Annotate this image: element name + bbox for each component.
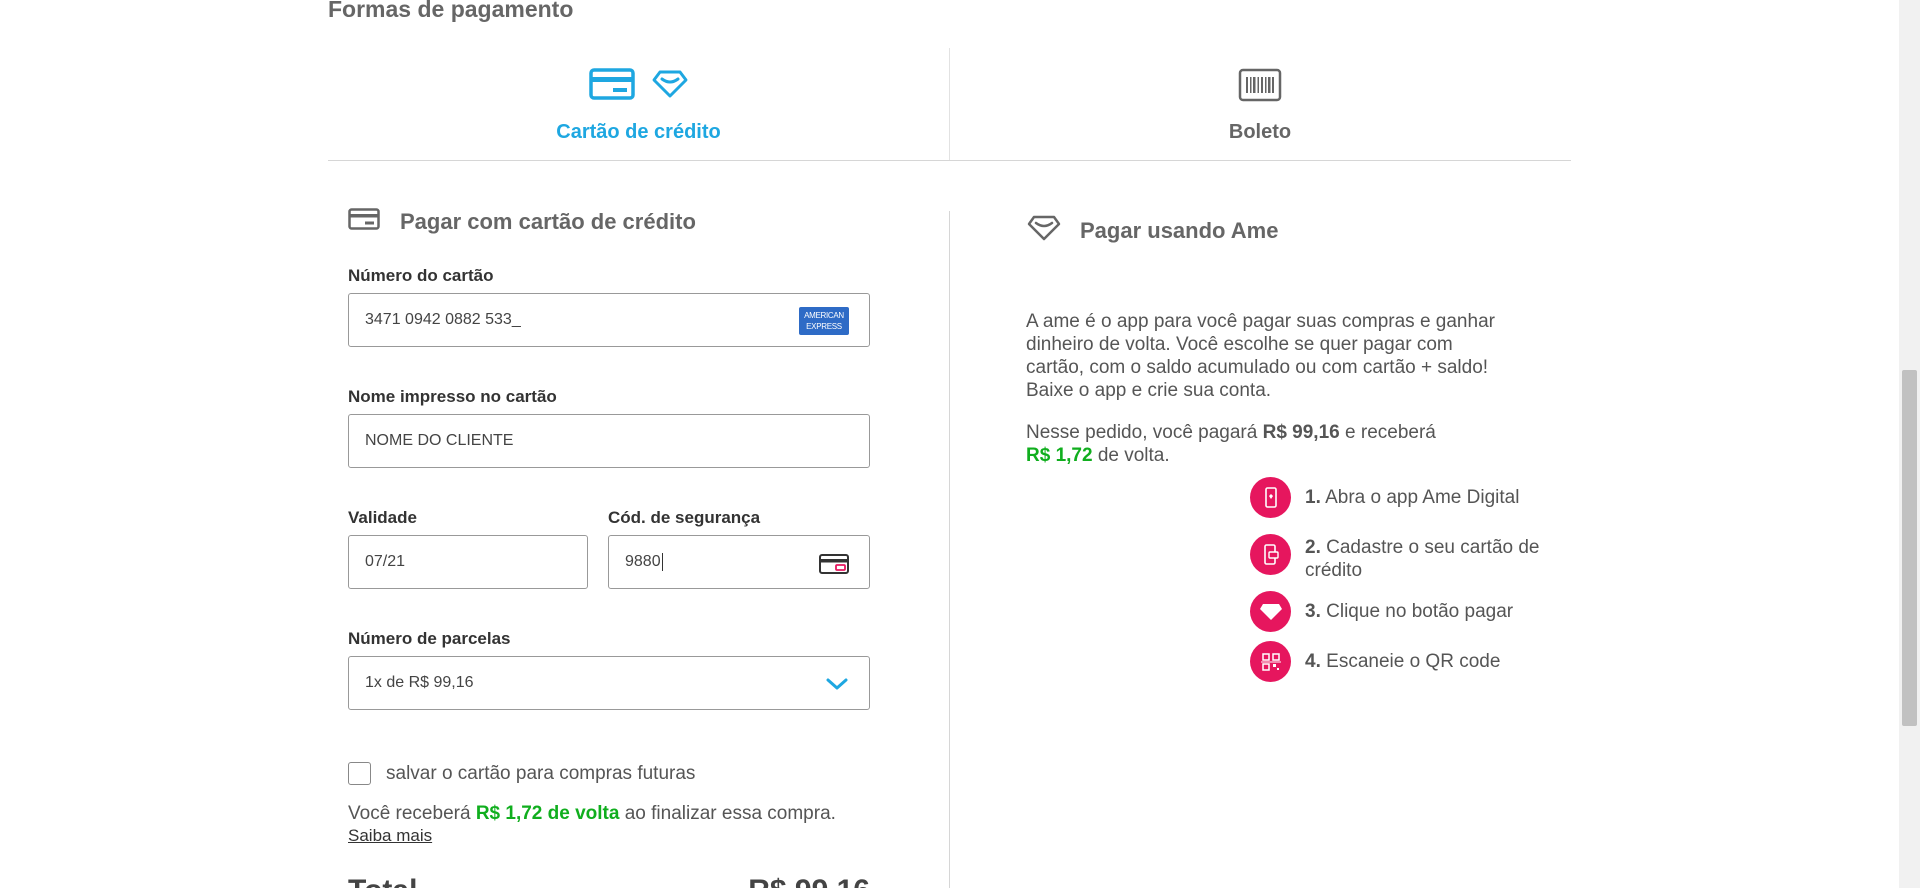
save-card-row[interactable]: salvar o cartão para compras futuras bbox=[348, 762, 870, 785]
total-value: R$ 99,16 bbox=[748, 874, 870, 888]
cashback-note: Você receberá R$ 1,72 de volta ao finali… bbox=[348, 802, 870, 826]
ame-step-number: 3. bbox=[1305, 601, 1321, 622]
cashback-suffix: ao finalizar essa compra. bbox=[624, 803, 836, 824]
ame-step-number: 2. bbox=[1305, 537, 1321, 558]
phone-icon bbox=[1250, 477, 1291, 518]
ame-heart-icon bbox=[1250, 591, 1291, 632]
ame-step-number: 4. bbox=[1305, 651, 1321, 672]
ame-step-number: 1. bbox=[1305, 487, 1321, 508]
column-divider bbox=[949, 211, 950, 888]
tab-boleto-label: Boleto bbox=[1228, 121, 1292, 143]
ame-diamond-icon bbox=[651, 68, 689, 105]
amex-logo-icon: AMERICAN EXPRESS bbox=[799, 307, 849, 335]
card-number-value: 3471 0942 0882 533_ bbox=[365, 311, 521, 328]
installments-select[interactable]: 1x de R$ 99,16 bbox=[348, 656, 870, 710]
card-name-value: NOME DO CLIENTE bbox=[365, 432, 514, 449]
total-label: Total bbox=[348, 874, 417, 888]
payment-page: Formas de pagamento Cartão de crédito Bo… bbox=[0, 0, 1920, 888]
ame-step-text: Cadastre o seu cartão de crédito bbox=[1305, 537, 1540, 581]
scrollbar-thumb[interactable] bbox=[1902, 370, 1917, 726]
installments-label: Número de parcelas bbox=[348, 629, 511, 648]
ame-steps: 1. Abra o app Ame Digital 2. Cadastre o … bbox=[1250, 477, 1560, 682]
card-name-label: Nome impresso no cartão bbox=[348, 387, 557, 406]
cvv-input[interactable]: 9880 bbox=[608, 535, 870, 589]
ame-price-suffix: de volta. bbox=[1097, 445, 1170, 466]
ame-step: 3. Clique no botão pagar bbox=[1250, 591, 1560, 632]
card-name-input[interactable]: NOME DO CLIENTE bbox=[348, 414, 870, 468]
barcode-icon bbox=[1238, 68, 1282, 107]
ame-step-text: Escaneie o QR code bbox=[1326, 651, 1501, 672]
save-card-label: salvar o cartão para compras futuras bbox=[386, 762, 696, 784]
card-form-title: Pagar com cartão de crédito bbox=[400, 209, 696, 234]
ame-cashback-value: R$ 1,72 bbox=[1026, 445, 1093, 466]
cvv-label: Cód. de segurança bbox=[608, 508, 761, 527]
learn-more-link[interactable]: Saiba mais bbox=[348, 826, 432, 845]
total-row: Total R$ 99,16 bbox=[348, 874, 870, 888]
save-card-checkbox[interactable] bbox=[348, 762, 371, 785]
ame-price-prefix: Nesse pedido, você pagará bbox=[1026, 422, 1258, 443]
card-number-input[interactable]: 3471 0942 0882 533_ AMERICAN EXPRESS bbox=[348, 293, 870, 347]
tab-credit-card-label: Cartão de crédito bbox=[556, 121, 721, 143]
qr-code-icon bbox=[1250, 641, 1291, 682]
expiry-label: Validade bbox=[348, 508, 417, 527]
ame-price-value: R$ 99,16 bbox=[1262, 422, 1340, 443]
credit-card-form: Pagar com cartão de crédito Número do ca… bbox=[348, 196, 870, 846]
card-phone-icon bbox=[1250, 534, 1291, 575]
tab-boleto[interactable]: Boleto bbox=[949, 48, 1570, 160]
chevron-down-icon bbox=[825, 676, 849, 697]
cashback-prefix: Você receberá bbox=[348, 803, 471, 824]
text-cursor bbox=[661, 553, 663, 571]
payment-method-tabs: Cartão de crédito Boleto bbox=[328, 48, 1571, 161]
ame-step: 2. Cadastre o seu cartão de crédito bbox=[1250, 527, 1560, 582]
ame-description: A ame é o app para você pagar suas compr… bbox=[1026, 311, 1495, 401]
ame-panel: Pagar usando Ame A ame é o app para você… bbox=[1026, 205, 1546, 467]
ame-title: Pagar usando Ame bbox=[1080, 218, 1279, 243]
cvv-value: 9880 bbox=[625, 553, 661, 570]
ame-step-text: Clique no botão pagar bbox=[1326, 601, 1514, 622]
installments-value: 1x de R$ 99,16 bbox=[365, 674, 474, 691]
expiry-input[interactable]: 07/21 bbox=[348, 535, 588, 589]
ame-heading: Pagar usando Ame bbox=[1026, 205, 1546, 257]
card-number-label: Número do cartão bbox=[348, 266, 494, 285]
credit-card-icon bbox=[348, 208, 380, 236]
credit-card-icon bbox=[588, 68, 635, 105]
ame-step-text: Abra o app Ame Digital bbox=[1325, 487, 1520, 508]
card-form-heading: Pagar com cartão de crédito bbox=[348, 196, 870, 248]
section-title: Formas de pagamento bbox=[328, 0, 574, 22]
expiry-value: 07/21 bbox=[365, 553, 406, 570]
card-cvv-icon bbox=[819, 554, 849, 579]
ame-price-summary: Nesse pedido, você pagará R$ 99,16 e rec… bbox=[1026, 421, 1496, 467]
ame-step: 1. Abra o app Ame Digital bbox=[1250, 477, 1560, 518]
cashback-highlight: R$ 1,72 de volta bbox=[475, 803, 620, 824]
ame-diamond-icon bbox=[1026, 214, 1062, 248]
ame-price-middle: e receberá bbox=[1345, 422, 1436, 443]
ame-step: 4. Escaneie o QR code bbox=[1250, 641, 1560, 682]
page-scrollbar[interactable] bbox=[1899, 0, 1920, 888]
tab-credit-card[interactable]: Cartão de crédito bbox=[328, 48, 949, 160]
